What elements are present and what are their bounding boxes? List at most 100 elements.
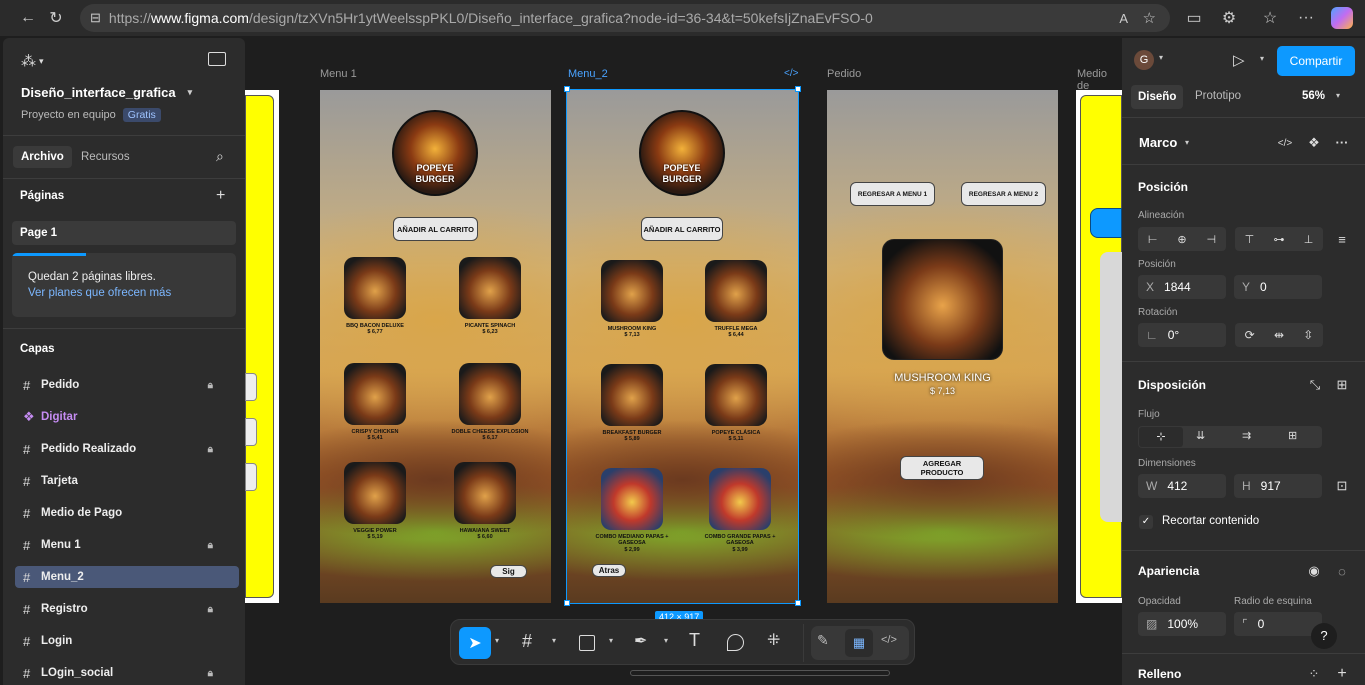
tab-diseno[interactable]: Diseño	[1131, 85, 1184, 109]
tab-prototipo[interactable]: Prototipo	[1195, 90, 1241, 102]
horizontal-scrollbar[interactable]	[630, 670, 890, 676]
add-page-icon[interactable]: +	[216, 187, 225, 205]
frame-label-pedido[interactable]: Pedido	[827, 68, 861, 80]
resize-handle[interactable]	[795, 600, 801, 606]
align-top-icon[interactable]: ⊤	[1245, 233, 1255, 246]
favorites-icon[interactable]: ☆	[1256, 4, 1284, 32]
product-image[interactable]	[601, 468, 663, 530]
share-button[interactable]: Compartir	[1277, 46, 1355, 76]
toggle-sidebar-icon[interactable]	[208, 52, 226, 66]
styles-grid-icon[interactable]: ⁘	[1303, 663, 1325, 685]
flip-vertical-icon[interactable]: ⇳	[1303, 328, 1313, 342]
layer-item[interactable]: # Pedido Realizado 🔒︎	[15, 438, 239, 460]
actions-icon[interactable]: ⁜	[767, 630, 780, 650]
reload-icon[interactable]: ↻	[42, 4, 70, 32]
y-position-field[interactable]: Y0	[1234, 275, 1322, 299]
canvas[interactable]: Menu 1 Menu_2 </> Pedido Medio de POPEYE…	[245, 38, 1122, 685]
layer-item[interactable]: # Pedido 🔒︎	[15, 374, 239, 396]
pen-tool-icon[interactable]: ✒	[634, 631, 647, 651]
product-image[interactable]	[601, 260, 663, 322]
visibility-eye-icon[interactable]: ◉	[1303, 560, 1325, 582]
frame-label-menu-2[interactable]: Menu_2	[568, 68, 608, 80]
x-position-field[interactable]: X 1844	[1138, 275, 1226, 299]
layer-item[interactable]: # Menu 1 🔒︎	[15, 534, 239, 556]
selection-type[interactable]: Marco	[1139, 135, 1177, 150]
plan-badge[interactable]: Gratis	[122, 108, 161, 122]
frame-partial-medio-de-pago[interactable]	[1076, 90, 1122, 603]
align-left-icon[interactable]: ⊢	[1148, 233, 1158, 246]
component-icon[interactable]: ❖	[1303, 132, 1325, 154]
frame-partial-left[interactable]	[245, 90, 279, 603]
product-image[interactable]	[344, 363, 406, 425]
chevron-down-icon[interactable]: ▾	[609, 636, 613, 645]
frame-label-medio-de-pago[interactable]: Medio de	[1077, 68, 1122, 92]
chevron-down-icon[interactable]: ▾	[1336, 91, 1340, 100]
chevron-down-icon[interactable]: ▾	[552, 636, 556, 645]
resize-handle[interactable]	[564, 600, 570, 606]
lock-icon[interactable]: 🔒︎	[208, 444, 213, 455]
extensions-icon[interactable]: ⚙	[1215, 4, 1243, 32]
product-image[interactable]	[705, 260, 767, 322]
text-tool-icon[interactable]: T	[689, 630, 700, 651]
layer-item[interactable]: # Tarjeta	[15, 470, 239, 492]
height-field[interactable]: H 917	[1234, 474, 1322, 498]
more-icon[interactable]: ···	[1292, 4, 1320, 32]
add-to-cart-button[interactable]: AÑADIR AL CARRITO	[393, 217, 478, 241]
design-mode-icon[interactable]: ▦	[845, 629, 873, 657]
zoom-level[interactable]: 56%	[1302, 90, 1325, 102]
tab-recursos[interactable]: Recursos	[81, 146, 130, 168]
product-image[interactable]	[601, 364, 663, 426]
resize-to-fit-icon[interactable]: ⊡	[1331, 475, 1353, 497]
page-item-page-1[interactable]: Page 1	[12, 221, 236, 245]
rotation-field[interactable]: ∟ 0°	[1138, 323, 1226, 347]
auto-layout-icon[interactable]: ⊞	[1331, 374, 1353, 396]
corner-radius-field[interactable]: ⌜ 0	[1234, 612, 1322, 636]
move-tool-icon[interactable]: ➤	[459, 627, 491, 659]
lock-icon[interactable]: 🔒︎	[208, 540, 213, 551]
flow-vertical-icon[interactable]: ⇊	[1196, 429, 1205, 442]
layer-item[interactable]: ❖ Digitar	[15, 406, 239, 428]
frame-menu-2[interactable]: POPEYE BURGER AÑADIR AL CARRITO MUSHROOM …	[566, 89, 799, 604]
frame-label-menu-1[interactable]: Menu 1	[320, 68, 357, 80]
align-bottom-icon[interactable]: ⊥	[1304, 233, 1314, 246]
product-image[interactable]	[344, 462, 406, 524]
product-image[interactable]	[344, 257, 406, 319]
layer-item[interactable]: # Login	[15, 630, 239, 652]
read-aloud-icon[interactable]: A	[1119, 11, 1128, 26]
lock-icon[interactable]: 🔒︎	[208, 380, 213, 391]
next-button[interactable]: Sig	[490, 565, 527, 578]
product-image[interactable]	[709, 468, 771, 530]
lock-icon[interactable]: 🔒︎	[208, 668, 213, 679]
draw-mode-icon[interactable]: ✎	[817, 632, 829, 649]
resize-handle[interactable]	[564, 86, 570, 92]
dev-code-icon[interactable]: </>	[784, 68, 798, 79]
chevron-down-icon[interactable]: ▾	[1260, 54, 1264, 63]
chevron-down-icon[interactable]: ▾	[1185, 138, 1189, 147]
align-center-h-icon[interactable]: ⊕	[1177, 233, 1186, 246]
flow-free-icon[interactable]: ⊹	[1139, 427, 1183, 447]
flow-grid-icon[interactable]: ⊞	[1288, 429, 1297, 442]
layer-item[interactable]: # Medio de Pago	[15, 502, 239, 524]
flow-horizontal-icon[interactable]: ⇉	[1242, 429, 1251, 442]
search-icon[interactable]: ⌕	[216, 148, 224, 165]
layer-item[interactable]: # Menu_2	[15, 566, 239, 588]
opacity-field[interactable]: ▨ 100%	[1138, 612, 1226, 636]
frame-tool-icon[interactable]: #	[522, 631, 532, 652]
collapse-icon[interactable]: ⤡	[1304, 374, 1326, 396]
blend-mode-icon[interactable]: ◌	[1331, 560, 1353, 582]
product-image[interactable]	[459, 363, 521, 425]
chevron-down-icon[interactable]: ▾	[664, 636, 668, 645]
add-to-cart-button[interactable]: AÑADIR AL CARRITO	[641, 217, 723, 241]
frame-menu-1[interactable]: POPEYE BURGER AÑADIR AL CARRITO BBQ BACON…	[320, 90, 551, 603]
chevron-down-icon[interactable]: ▾	[1159, 53, 1163, 62]
rotate-icon[interactable]: ⟳	[1245, 328, 1255, 342]
site-info-icon[interactable]: ⊟	[90, 10, 101, 26]
favorite-star-icon[interactable]: ☆	[1143, 9, 1156, 27]
product-image[interactable]	[459, 257, 521, 319]
back-to-menu-1-button[interactable]: REGRESAR A MENU 1	[850, 182, 935, 206]
align-right-icon[interactable]: ⊣	[1206, 233, 1216, 246]
help-button[interactable]: ?	[1311, 623, 1337, 649]
add-product-button[interactable]: AGREGAR PRODUCTO	[900, 456, 984, 480]
product-image[interactable]	[705, 364, 767, 426]
present-play-icon[interactable]: ▷	[1233, 51, 1245, 69]
